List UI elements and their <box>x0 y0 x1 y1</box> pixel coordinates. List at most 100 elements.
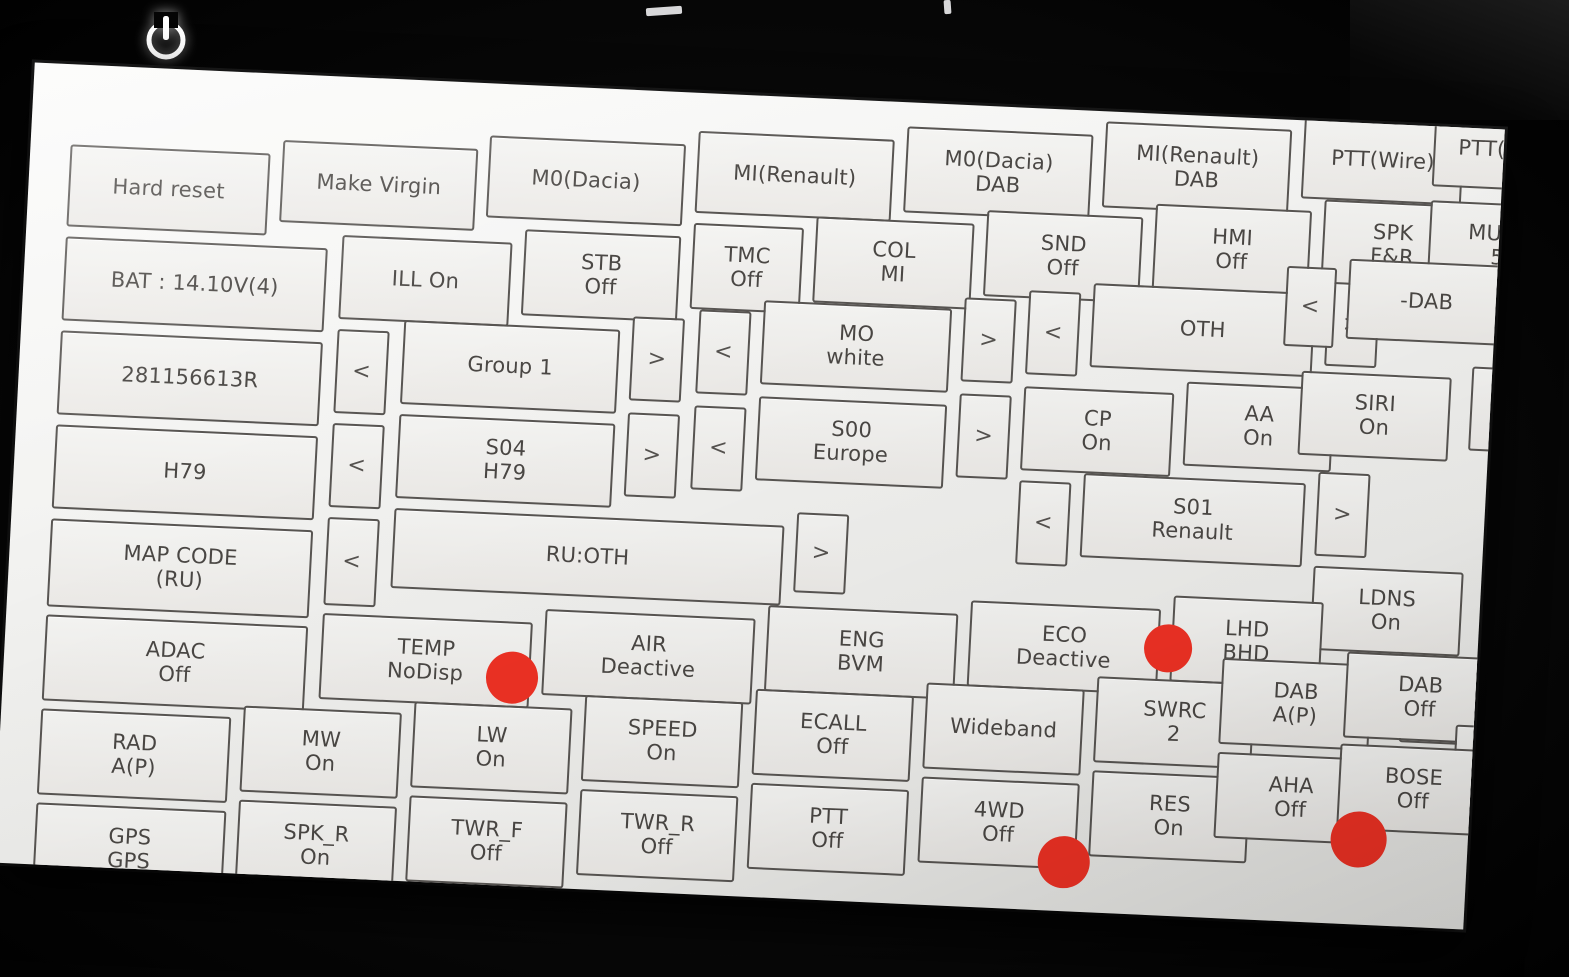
button-label-secondary: Off <box>981 821 1015 847</box>
button-label-secondary: white <box>825 344 886 371</box>
button-label-primary: Wideband <box>949 713 1058 743</box>
button-mi-renault[interactable]: MI(Renault) <box>694 130 895 222</box>
button-label-primary: S00 <box>830 416 873 443</box>
button-oth[interactable]: OTH <box>1089 283 1316 378</box>
button-label-secondary: Off <box>1214 248 1248 275</box>
service-menu-grid[interactable]: Hard reset Make Virgin M0(Dacia) MI(Renault… <box>0 63 1505 930</box>
button-group-next[interactable]: > <box>628 316 686 403</box>
button-adac[interactable]: ADAC Off <box>41 614 309 713</box>
button-h79[interactable]: H79 <box>51 424 319 521</box>
button-gps[interactable]: GPS GPS <box>31 802 227 898</box>
button-s01-prev[interactable]: < <box>1015 480 1072 567</box>
button-label-primary: ADAC <box>145 637 207 664</box>
button-label-primary: PTT(Wire) <box>1330 145 1436 175</box>
button-bat[interactable]: BAT : 14.10V(4) <box>61 236 328 333</box>
button-s00-prev[interactable]: < <box>690 405 747 492</box>
button-label-primary: Group 1 <box>466 351 554 380</box>
button-label-primary: DAB <box>1397 671 1444 699</box>
button-dab-prev[interactable]: < <box>1283 265 1338 349</box>
button-m0-dacia[interactable]: M0(Dacia) <box>485 135 687 227</box>
button-group-prev[interactable]: < <box>333 328 390 416</box>
button-label-primary: > <box>641 442 662 469</box>
button-label-secondary: Off <box>1045 254 1080 281</box>
button-label-primary: M0(Dacia) <box>530 165 642 195</box>
button-ill[interactable]: ILL On <box>338 234 513 327</box>
button-label-secondary: On <box>299 844 331 870</box>
button-siri[interactable]: SIRI On <box>1297 370 1452 462</box>
button-s00[interactable]: S00 Europe <box>754 396 948 489</box>
button-label-primary: AA <box>1243 401 1275 427</box>
button-mo-next[interactable]: > <box>960 297 1017 384</box>
button-s01-next[interactable]: > <box>1314 471 1371 559</box>
button-col[interactable]: COL MI <box>812 216 975 310</box>
button-label-secondary: 2 <box>1166 721 1182 747</box>
button-label-primary: -DAB <box>1399 288 1454 315</box>
button-label-primary: TWR_R <box>620 809 696 837</box>
button-s04-next[interactable]: > <box>623 412 681 499</box>
button-twr-r[interactable]: TWR_R Off <box>575 789 739 883</box>
button-mi-renault-dab[interactable]: MI(Renault) DAB <box>1101 121 1293 216</box>
button-label-primary: DAB <box>1272 678 1320 705</box>
button-air[interactable]: AIR Deactive <box>541 609 756 705</box>
button-cp[interactable]: CP On <box>1019 386 1175 478</box>
button-ptt[interactable]: PTT Off <box>746 782 910 876</box>
button-rad[interactable]: RAD A(P) <box>36 708 232 804</box>
button-part-number[interactable]: 281156613R <box>56 330 323 427</box>
button-label-secondary: Off <box>810 827 844 854</box>
button-label-secondary: Off <box>1402 696 1437 722</box>
dot-4wd <box>1036 835 1092 890</box>
button-label-secondary: A(P) <box>110 753 157 780</box>
button-label-primary: PTT(CAN) <box>1457 135 1505 164</box>
button-label-secondary: Deactive <box>1015 644 1112 673</box>
button-wideband[interactable]: Wideband <box>922 682 1085 776</box>
button-lw[interactable]: LW On <box>410 701 573 795</box>
button-label-primary: COL <box>871 237 917 264</box>
button-spk-r[interactable]: SPK_R On <box>234 799 398 893</box>
button-dab-minus[interactable]: -DAB <box>1345 258 1505 346</box>
button-s04-prev[interactable]: < <box>328 422 385 510</box>
button-label-primary: S04 <box>484 434 527 461</box>
button-label-primary: HMI <box>1211 224 1254 251</box>
button-twr-f[interactable]: TWR_F Off <box>405 795 568 889</box>
button-mo-prev[interactable]: < <box>695 309 752 396</box>
button-dab-off[interactable]: DAB Off <box>1342 651 1498 745</box>
button-ruoth-next[interactable]: > <box>793 512 850 595</box>
button-label-primary: SPK_R <box>282 819 351 847</box>
button-group[interactable]: Group 1 <box>399 319 621 414</box>
button-ecall[interactable]: ECALL Off <box>751 688 915 782</box>
button-label-primary: PTT <box>808 803 849 830</box>
button-tmc[interactable]: TMC Off <box>689 222 805 314</box>
button-hard-reset[interactable]: Hard reset <box>66 144 271 236</box>
button-label-primary: < <box>351 359 372 385</box>
button-label-primary: > <box>1332 502 1353 528</box>
button-s04[interactable]: S04 H79 <box>395 413 616 508</box>
touchscreen[interactable]: Hard reset Make Virgin M0(Dacia) MI(Renault… <box>0 44 1505 930</box>
button-map-code[interactable]: MAP CODE (RU) <box>46 518 314 619</box>
button-label-primary: Make Virgin <box>315 169 442 200</box>
button-s01[interactable]: S01 Renault <box>1079 473 1306 568</box>
button-label-secondary: A(P) <box>1272 702 1318 729</box>
button-ptt-can[interactable]: PTT(CAN) <box>1431 108 1505 194</box>
button-stb[interactable]: STB Off <box>520 229 682 323</box>
button-oth-prev[interactable]: < <box>1024 290 1082 377</box>
button-label-primary: MI(Renault) <box>732 160 857 191</box>
button-ruoth-prev[interactable]: < <box>323 516 380 608</box>
button-label-secondary: Off <box>157 661 191 688</box>
button-label-secondary: DAB <box>974 171 1021 198</box>
button-speed[interactable]: SPEED On <box>580 695 744 789</box>
dot-aha <box>1329 810 1389 870</box>
button-label-primary: < <box>1033 510 1054 537</box>
button-mw[interactable]: MW On <box>239 705 402 799</box>
button-label-primary: TMC <box>723 242 772 269</box>
button-ldns[interactable]: LDNS On <box>1309 565 1464 657</box>
button-label-secondary: Off <box>583 274 618 300</box>
button-ruoth[interactable]: RU:OTH <box>390 507 785 606</box>
button-label-primary: < <box>341 549 362 575</box>
button-label-secondary: Deactive <box>599 653 696 682</box>
button-mo-color[interactable]: MO white <box>759 300 953 393</box>
button-m0-dacia-dab[interactable]: M0(Dacia) DAB <box>903 126 1094 221</box>
button-heb[interactable]: HEBOn <box>1468 366 1505 458</box>
button-make-virgin[interactable]: Make Virgin <box>279 140 479 231</box>
button-s00-next[interactable]: > <box>955 393 1012 480</box>
button-label-secondary: H79 <box>482 458 527 485</box>
